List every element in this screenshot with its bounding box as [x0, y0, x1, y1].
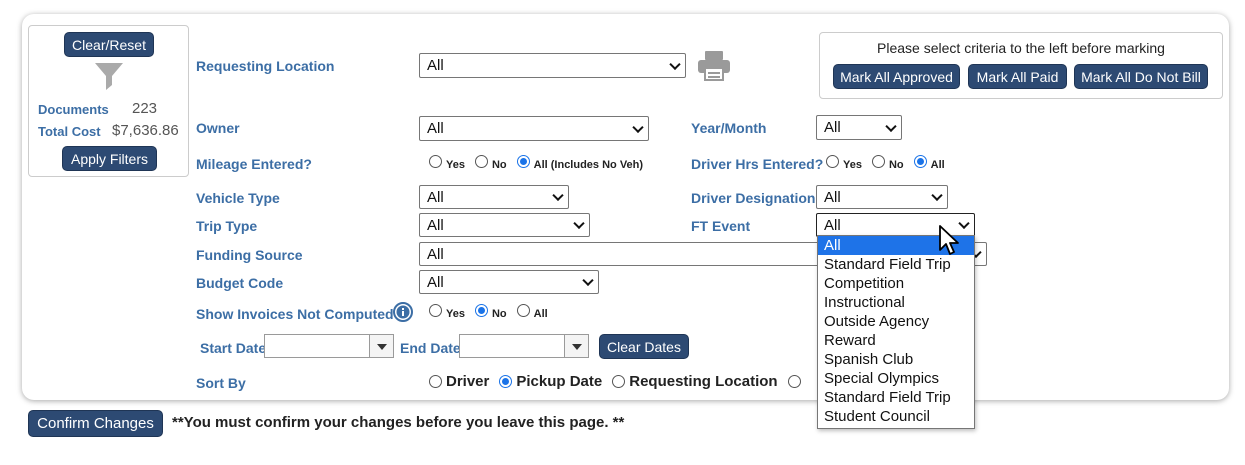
- requesting-location-label: Requesting Location: [196, 58, 335, 74]
- mileage-yes-label: Yes: [446, 158, 465, 171]
- requesting-location-select[interactable]: All: [419, 53, 686, 78]
- trip-type-value: All: [427, 216, 444, 234]
- start-date-label: Start Date: [200, 340, 267, 356]
- mileage-no-label: No: [491, 158, 507, 171]
- ft-event-option[interactable]: Competition: [818, 274, 974, 293]
- total-cost-value: $7,636.86: [112, 122, 179, 139]
- driver-hrs-all-label: All: [930, 158, 945, 171]
- sort-by-label: Sort By: [196, 375, 246, 391]
- start-date-input[interactable]: [264, 334, 394, 358]
- year-month-value: All: [824, 119, 841, 136]
- mileage-all-label: All (Includes No Veh): [533, 158, 644, 171]
- summary-box: Clear/Reset Documents 223 Total Cost $7,…: [28, 25, 189, 177]
- mileage-all-radio[interactable]: [516, 155, 530, 168]
- ft-event-dropdown-list: All Standard Field Trip Competition Instruc…: [817, 235, 975, 429]
- driver-hrs-all-radio[interactable]: [913, 155, 927, 168]
- ft-event-option[interactable]: Student Council: [818, 407, 974, 426]
- mileage-yes-radio[interactable]: [429, 155, 442, 168]
- ft-event-option[interactable]: Instructional: [818, 293, 974, 312]
- mark-panel: Please select criteria to the left befor…: [819, 32, 1223, 99]
- mark-all-paid-button[interactable]: Mark All Paid: [968, 64, 1067, 89]
- sort-pickup-date-label: Pickup Date: [516, 373, 603, 390]
- mark-all-do-not-bill-button[interactable]: Mark All Do Not Bill: [1074, 64, 1208, 89]
- show-invoices-label: Show Invoices Not Computed?: [196, 306, 403, 322]
- show-invoices-yes-label: Yes: [446, 307, 465, 320]
- mark-all-approved-button[interactable]: Mark All Approved: [833, 64, 960, 89]
- show-invoices-all-radio[interactable]: [516, 304, 530, 317]
- mileage-no-radio[interactable]: [474, 155, 488, 168]
- trip-type-select[interactable]: All: [419, 213, 590, 237]
- funding-source-value: All: [427, 245, 444, 263]
- vehicle-type-select[interactable]: All: [419, 185, 569, 209]
- mileage-entered-label: Mileage Entered?: [196, 156, 312, 172]
- budget-code-label: Budget Code: [196, 275, 284, 291]
- funnel-icon: [93, 61, 125, 96]
- confirm-changes-button[interactable]: Confirm Changes: [28, 410, 163, 437]
- owner-select[interactable]: All: [419, 116, 649, 141]
- sort-pickup-date-radio[interactable]: [499, 375, 513, 388]
- printer-icon[interactable]: [697, 50, 731, 85]
- sort-driver-radio[interactable]: [429, 375, 442, 388]
- mileage-entered-radios: Yes No All (Includes No Veh): [429, 155, 653, 171]
- show-invoices-yes-radio[interactable]: [429, 304, 442, 317]
- filter-card: Clear/Reset Documents 223 Total Cost $7,…: [22, 14, 1229, 400]
- start-date-dropdown-icon[interactable]: [369, 335, 393, 357]
- show-invoices-radios: Yes No All: [429, 304, 558, 320]
- info-icon[interactable]: [393, 302, 413, 325]
- year-month-label: Year/Month: [691, 120, 767, 136]
- ft-event-option[interactable]: Spanish Club: [818, 350, 974, 369]
- owner-label: Owner: [196, 120, 240, 136]
- driver-hrs-yes-radio[interactable]: [826, 155, 839, 168]
- ft-event-option[interactable]: Outside Agency: [818, 312, 974, 331]
- total-cost-label: Total Cost: [38, 124, 101, 139]
- ft-event-option[interactable]: Standard Field Trip: [818, 388, 974, 407]
- show-invoices-all-label: All: [533, 307, 548, 320]
- budget-code-select[interactable]: All: [419, 270, 599, 294]
- end-date-label: End Date: [400, 340, 461, 356]
- mark-panel-message: Please select criteria to the left befor…: [877, 40, 1165, 56]
- sort-other-radio[interactable]: [787, 375, 801, 388]
- driver-hrs-yes-label: Yes: [843, 158, 862, 171]
- clear-dates-button[interactable]: Clear Dates: [599, 334, 689, 359]
- show-invoices-no-radio[interactable]: [474, 304, 488, 317]
- documents-label: Documents: [38, 102, 109, 117]
- confirm-notice: **You must confirm your changes before y…: [172, 414, 625, 431]
- ft-event-option[interactable]: Reward: [818, 331, 974, 350]
- sort-requesting-location-label: Requesting Location: [629, 373, 778, 390]
- driver-designation-value: All: [824, 188, 841, 206]
- documents-value: 223: [132, 100, 158, 117]
- driver-designation-select[interactable]: All: [816, 185, 948, 209]
- vehicle-type-value: All: [427, 188, 444, 206]
- driver-designation-label: Driver Designation: [691, 190, 816, 206]
- year-month-select[interactable]: All: [816, 115, 902, 140]
- ft-event-value: All: [824, 216, 841, 234]
- requesting-location-value: All: [427, 57, 444, 74]
- funding-source-label: Funding Source: [196, 247, 303, 263]
- ft-event-label: FT Event: [691, 218, 751, 234]
- mouse-cursor-icon: [938, 224, 960, 261]
- show-invoices-no-label: No: [491, 307, 507, 320]
- end-date-dropdown-icon[interactable]: [564, 335, 588, 357]
- sort-driver-label: Driver: [446, 373, 490, 390]
- driver-hrs-radios: Yes No All: [826, 155, 955, 171]
- trip-type-label: Trip Type: [196, 218, 258, 234]
- sort-requesting-location-radio[interactable]: [612, 375, 626, 388]
- end-date-input[interactable]: [459, 334, 589, 358]
- vehicle-type-label: Vehicle Type: [196, 190, 280, 206]
- driver-hrs-no-label: No: [888, 158, 904, 171]
- sort-by-radios: Driver Pickup Date Requesting Location: [429, 373, 815, 390]
- owner-value: All: [427, 120, 444, 137]
- apply-filters-button[interactable]: Apply Filters: [62, 146, 157, 171]
- driver-hrs-no-radio[interactable]: [871, 155, 885, 168]
- budget-code-value: All: [427, 273, 444, 291]
- driver-hrs-label: Driver Hrs Entered?: [691, 156, 824, 172]
- ft-event-option[interactable]: Special Olympics: [818, 369, 974, 388]
- clear-reset-button[interactable]: Clear/Reset: [64, 32, 154, 57]
